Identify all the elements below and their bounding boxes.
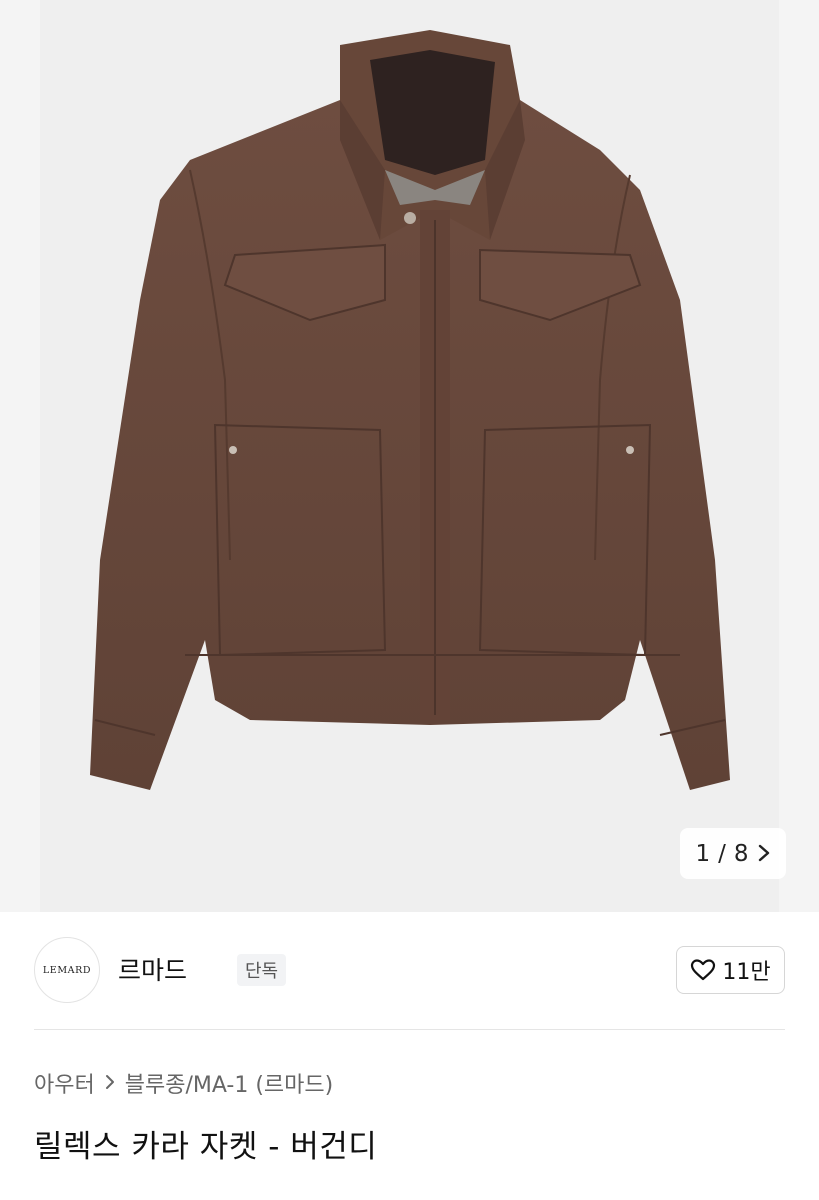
chevron-right-icon [105, 1071, 115, 1095]
exclusive-badge: 단독 [237, 954, 287, 986]
image-page-counter[interactable]: 1 / 8 [680, 828, 786, 879]
product-image[interactable] [40, 0, 779, 912]
jacket-illustration [40, 0, 779, 912]
divider [34, 1029, 785, 1030]
brand-row: LEMARD 르마드 단독 11만 [34, 937, 785, 1003]
image-page-current: 1 [695, 840, 711, 867]
gallery-edge-right [779, 0, 819, 912]
like-button[interactable]: 11만 [676, 946, 785, 994]
brand-name[interactable]: 르마드 [118, 951, 187, 987]
product-title: 릴렉스 카라 자켓 - 버건디 [34, 1129, 378, 1165]
breadcrumb-item-category[interactable]: 블루종/MA-1 (르마드) [125, 1067, 334, 1099]
like-count: 11만 [722, 960, 771, 985]
heart-outline-icon [690, 958, 716, 982]
breadcrumb: 아우터 블루종/MA-1 (르마드) [34, 1067, 333, 1099]
product-image-gallery[interactable]: 1 / 8 [0, 0, 819, 912]
gallery-edge-left [0, 0, 40, 912]
breadcrumb-item-outer[interactable]: 아우터 [34, 1067, 95, 1099]
chevron-right-icon[interactable] [757, 842, 771, 866]
image-page-separator: / [718, 840, 726, 867]
image-page-total: 8 [733, 840, 749, 867]
brand-logo-text: LEMARD [42, 964, 92, 976]
brand-logo[interactable]: LEMARD [34, 937, 100, 1003]
